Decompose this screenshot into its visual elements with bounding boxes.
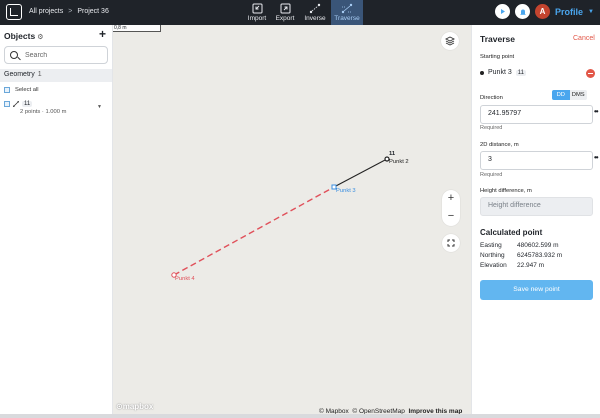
dms-toggle[interactable]: DMS: [569, 90, 587, 100]
direction-input[interactable]: 241.95797: [480, 105, 593, 124]
fullscreen-icon: [447, 239, 455, 247]
map-overlay: [171, 156, 390, 278]
starting-point-name: Punkt 3: [488, 69, 512, 76]
traverse-button[interactable]: Traverse: [331, 0, 363, 25]
traverse-icon: [341, 3, 353, 14]
item-name: 11: [22, 101, 33, 107]
app-logo[interactable]: [6, 4, 22, 20]
elevation-label: Elevation: [480, 262, 507, 269]
bell-icon: [520, 9, 526, 15]
os-taskbar-edge: [0, 414, 600, 418]
inverse-label: Inverse: [304, 15, 326, 22]
chevron-down-icon[interactable]: ▼: [97, 104, 102, 110]
cancel-button[interactable]: Cancel: [573, 35, 595, 42]
elevation-row: Elevation 22.947 m: [480, 262, 544, 269]
calculated-point-title: Calculated point: [480, 228, 543, 237]
easting-value: 480602.599 m: [517, 242, 559, 249]
distance-required: Required: [480, 172, 503, 178]
objects-title: Objects ⚙: [4, 31, 43, 41]
fullscreen-button[interactable]: [442, 234, 460, 252]
polyline-icon: [13, 101, 19, 107]
point-label-punkt-2: Punkt 2: [389, 159, 409, 165]
objects-title-label: Objects: [4, 31, 36, 41]
export-icon: [279, 3, 291, 14]
direction-required: Required: [480, 125, 503, 131]
point-label-punkt-4: Punkt 4: [175, 276, 195, 282]
mapbox-logo-text: mapbox: [122, 402, 154, 411]
add-object-button[interactable]: +: [99, 27, 106, 41]
geometry-section-header[interactable]: Geometry 1: [0, 69, 112, 82]
elevation-value: 22.947 m: [517, 262, 545, 269]
import-icon: [251, 3, 263, 14]
more-options-icon[interactable]: ••: [594, 153, 599, 162]
list-item[interactable]: 11 2 points · 1.000 m ▼: [4, 101, 108, 115]
search-icon: [10, 51, 18, 59]
breadcrumb: All projects > Project 36: [29, 8, 109, 15]
northing-value: 6245783.932 m: [517, 252, 563, 259]
breadcrumb-project[interactable]: Project 36: [77, 8, 109, 15]
point-name-11: 11: [389, 151, 396, 157]
layers-icon: [445, 36, 455, 46]
easting-row: Easting 480602.599 m: [480, 242, 559, 249]
height-input[interactable]: Height difference: [480, 197, 593, 216]
select-all-row[interactable]: Select all: [4, 87, 39, 93]
item-summary: 2 points · 1.000 m: [20, 109, 67, 115]
export-button[interactable]: Export: [271, 0, 299, 25]
traverse-line-dashed: [173, 186, 335, 276]
dd-toggle[interactable]: DD: [552, 90, 570, 100]
search-box[interactable]: [4, 46, 108, 64]
toolbar: Import Export Inverse Traverse: [243, 0, 363, 25]
top-right-actions: A Profile ▼: [495, 4, 594, 19]
starting-point-label: Starting point: [480, 54, 515, 60]
gear-icon[interactable]: ⚙: [37, 34, 43, 41]
starting-point-row[interactable]: Punkt 3 11: [480, 69, 526, 76]
objects-panel: Objects⚙ + Geometry1 Select all 11 2 poi…: [0, 25, 113, 418]
distance-label: 2D distance, m: [480, 142, 519, 148]
traverse-label: Traverse: [334, 15, 360, 22]
play-button[interactable]: [495, 4, 511, 19]
zoom-out-button[interactable]: −: [442, 208, 460, 226]
breadcrumb-all-projects[interactable]: All projects: [29, 8, 63, 15]
import-button[interactable]: Import: [243, 0, 271, 25]
play-icon: [501, 9, 506, 14]
zoom-in-button[interactable]: +: [442, 190, 460, 208]
export-label: Export: [275, 15, 295, 22]
more-options-icon[interactable]: ••: [594, 107, 599, 116]
layers-button[interactable]: [441, 32, 459, 50]
traverse-panel: Traverse Cancel Starting point Punkt 3 1…: [471, 25, 600, 418]
item-checkbox[interactable]: [4, 101, 10, 107]
select-all-label: Select all: [15, 87, 39, 93]
breadcrumb-separator: >: [68, 8, 73, 15]
height-label: Height difference, m: [480, 188, 532, 194]
import-label: Import: [247, 15, 267, 22]
angle-format-toggle: DD DMS: [552, 90, 587, 100]
search-input[interactable]: [25, 50, 105, 61]
save-new-point-button[interactable]: Save new point: [480, 280, 593, 300]
zoom-control: + −: [442, 190, 460, 226]
panel-title: Traverse: [480, 34, 515, 44]
geometry-line: [333, 158, 388, 188]
easting-label: Easting: [480, 242, 502, 249]
starting-point-badge: 11: [515, 69, 526, 76]
inverse-icon: [309, 3, 321, 14]
notifications-button[interactable]: [515, 4, 531, 19]
chevron-down-icon: ▼: [588, 8, 594, 15]
direction-label: Direction: [480, 95, 503, 101]
avatar[interactable]: A: [535, 4, 551, 19]
select-all-checkbox[interactable]: [4, 87, 10, 93]
point-dot-icon: [480, 70, 484, 75]
northing-label: Northing: [480, 252, 505, 259]
geometry-label: Geometry: [4, 71, 35, 78]
mapbox-logo[interactable]: ⊙mapbox: [116, 402, 153, 411]
northing-row: Northing 6245783.932 m: [480, 252, 562, 259]
top-bar: All projects > Project 36 Import Export In…: [0, 0, 600, 25]
distance-input[interactable]: 3: [480, 151, 593, 170]
geometry-count: 1: [37, 71, 42, 78]
profile-menu[interactable]: Profile: [555, 7, 583, 17]
remove-starting-point-button[interactable]: [586, 69, 595, 78]
map-canvas[interactable]: 0,8 m 11 Punkt 2 Punkt 3 Punkt 4 + − ⊙ma…: [113, 25, 471, 418]
point-label-punkt-3: Punkt 3: [336, 188, 356, 194]
inverse-button[interactable]: Inverse: [299, 0, 331, 25]
